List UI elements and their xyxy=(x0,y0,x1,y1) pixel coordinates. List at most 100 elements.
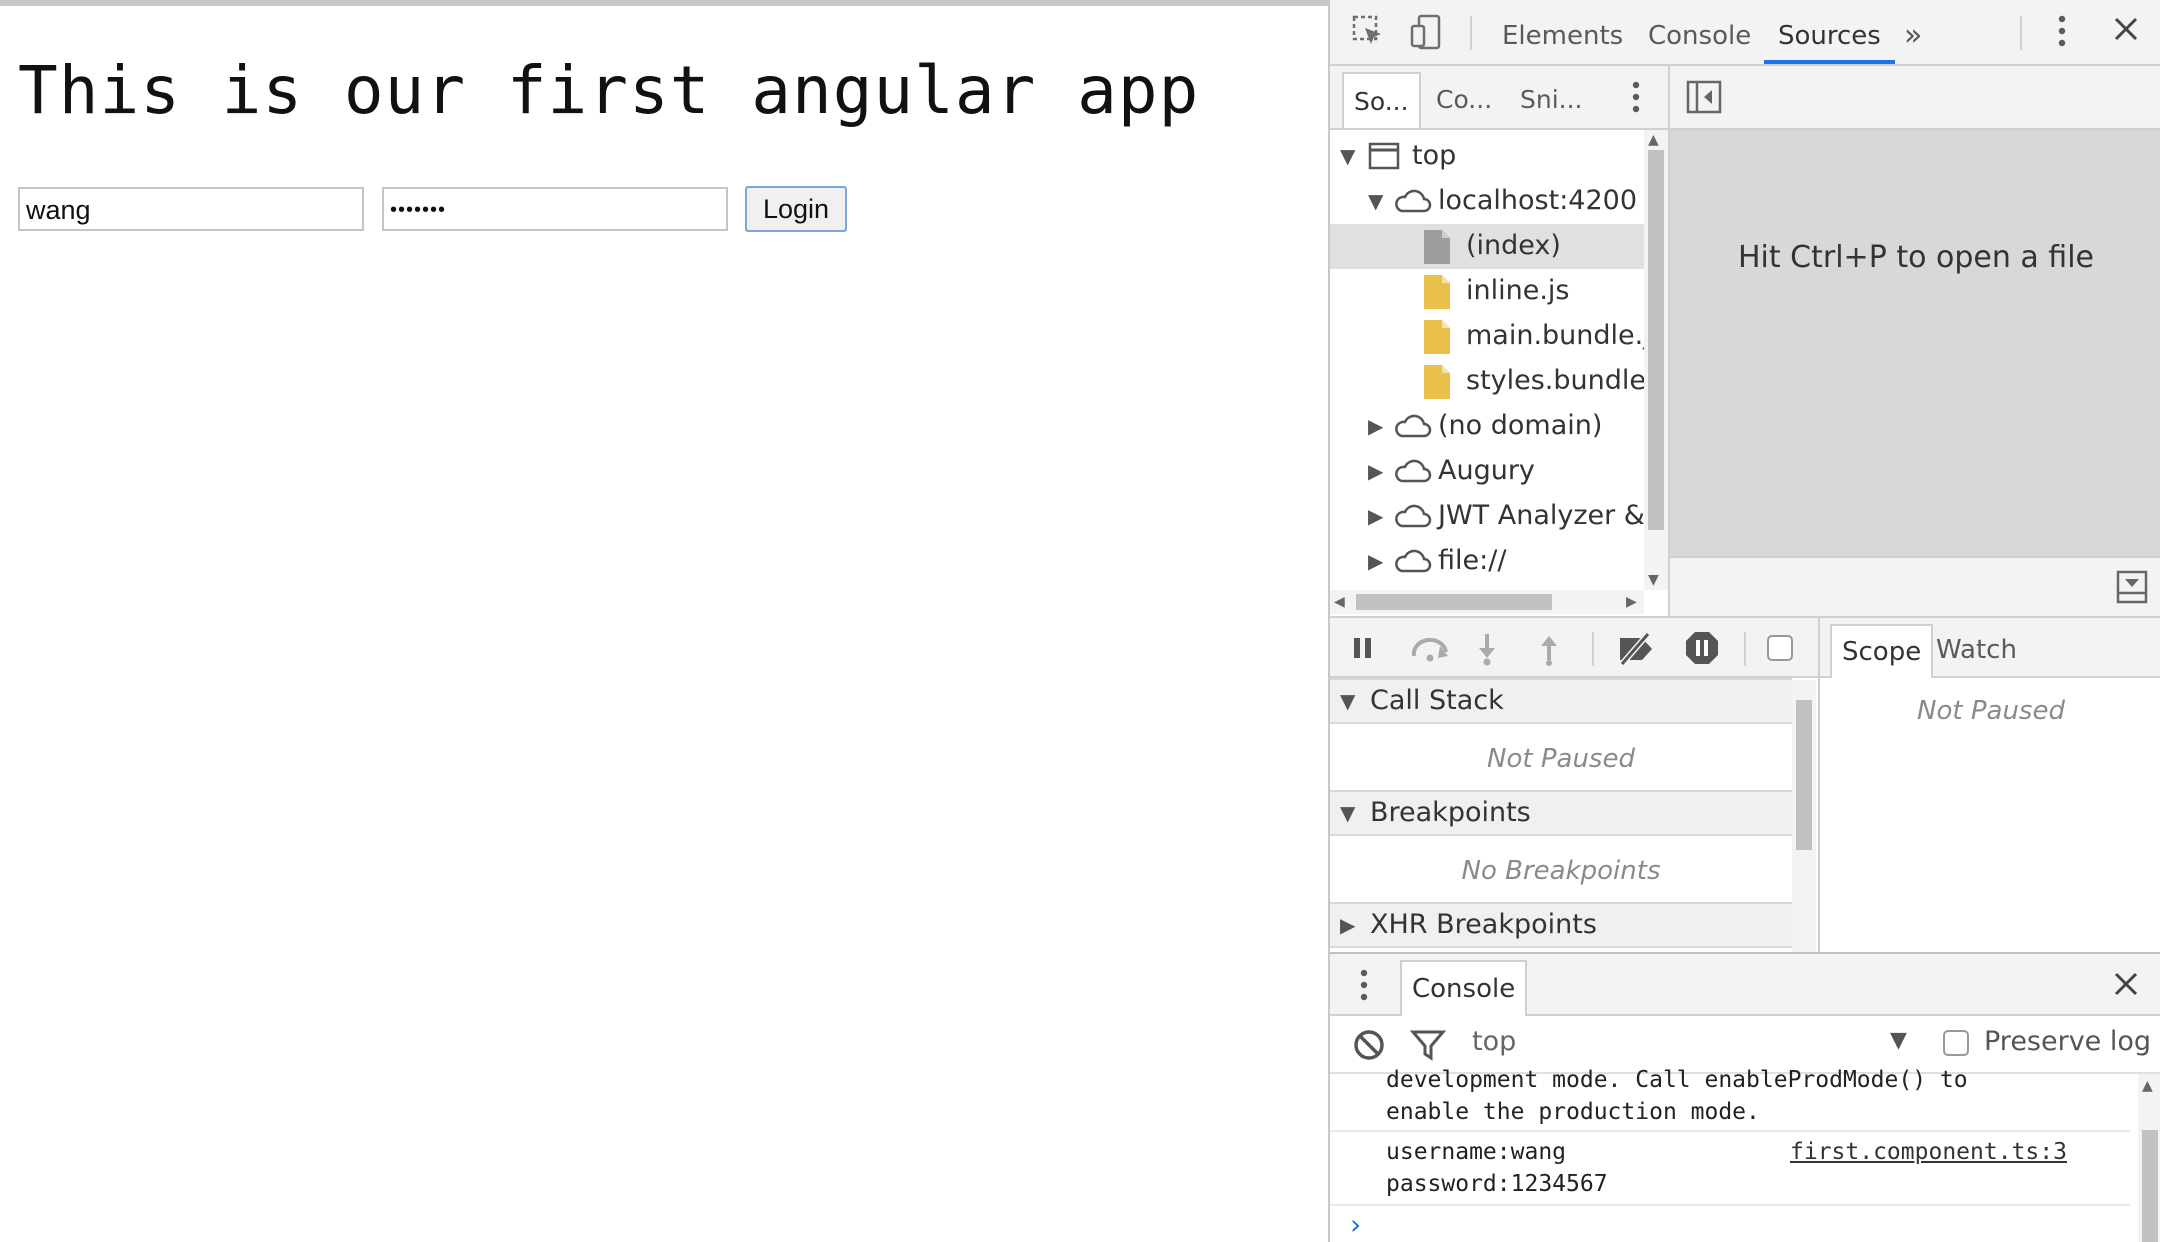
scroll-down-icon[interactable]: ▼ xyxy=(1648,572,1659,588)
browser-top-border xyxy=(0,0,1328,6)
collapsed-arrow-icon[interactable]: ▶ xyxy=(1368,459,1383,483)
console-messages: development mode. Call enableProdMode() … xyxy=(1330,1067,2130,1242)
pause-icon[interactable] xyxy=(1352,636,1374,664)
source-link[interactable]: first.component.ts:3 xyxy=(1790,1136,2067,1168)
step-over-icon[interactable] xyxy=(1410,634,1452,666)
kebab-menu-icon[interactable] xyxy=(2050,14,2074,54)
xhr-breakpoints-header[interactable]: ▶ XHR Breakpoints xyxy=(1330,902,1792,948)
tab-watch[interactable]: Watch xyxy=(1926,624,2027,678)
drawer-tab-console[interactable]: Console xyxy=(1400,960,1528,1016)
tab-console[interactable]: Console xyxy=(1648,0,1751,64)
expanded-arrow-icon: ▼ xyxy=(1340,689,1356,713)
step-out-icon[interactable] xyxy=(1538,632,1560,670)
scroll-up-icon[interactable]: ▲ xyxy=(1648,132,1659,148)
tree-label: Augury xyxy=(1438,455,1535,486)
console-prompt-icon[interactable]: › xyxy=(1350,1208,1361,1241)
drawer-menu-icon[interactable] xyxy=(1360,968,1368,1006)
document-icon xyxy=(1424,230,1450,271)
cloud-icon xyxy=(1392,502,1432,537)
collapsed-arrow-icon[interactable]: ▶ xyxy=(1368,504,1383,528)
call-stack-empty: Not Paused xyxy=(1487,744,1635,774)
expanded-arrow-icon[interactable]: ▼ xyxy=(1368,189,1383,213)
context-selector[interactable]: top xyxy=(1472,1026,1516,1057)
tab-sources-nav[interactable]: So... xyxy=(1342,72,1421,128)
open-file-hint: Hit Ctrl+P to open a file xyxy=(1737,240,2094,275)
tree-label: (no domain) xyxy=(1438,410,1603,441)
editor-empty-area: Hit Ctrl+P to open a file xyxy=(1670,130,2160,620)
tree-item-file[interactable]: inline.js xyxy=(1330,269,1644,314)
tree-label: localhost:4200 xyxy=(1438,185,1638,216)
tree-label: file:// xyxy=(1438,545,1507,576)
tree-item-origin[interactable]: ▼ localhost:4200 xyxy=(1330,179,1644,224)
tab-scope[interactable]: Scope xyxy=(1830,624,1934,678)
frame-icon xyxy=(1368,142,1400,177)
preserve-log-checkbox[interactable] xyxy=(1942,1029,1970,1061)
tree-item-file[interactable]: main.bundle.js xyxy=(1330,314,1644,359)
tab-elements[interactable]: Elements xyxy=(1502,0,1623,64)
step-into-icon[interactable] xyxy=(1476,632,1498,670)
cloud-icon xyxy=(1392,412,1432,447)
tab-content-scripts[interactable]: Co... xyxy=(1426,72,1502,128)
more-tabs-icon[interactable]: » xyxy=(1904,0,1922,64)
tree-item-top[interactable]: ▼ top xyxy=(1330,134,1644,179)
expanded-arrow-icon[interactable]: ▼ xyxy=(1340,144,1355,168)
username-input[interactable]: wang xyxy=(18,187,364,231)
collapsed-arrow-icon: ▶ xyxy=(1340,913,1356,937)
drawer-toolbar: Console xyxy=(1330,952,2160,1016)
device-toolbar-icon[interactable] xyxy=(1406,14,1446,54)
tree-hscroll-thumb[interactable] xyxy=(1356,594,1552,610)
cloud-icon xyxy=(1392,457,1432,492)
section-title: XHR Breakpoints xyxy=(1370,909,1597,940)
tree-item-domain[interactable]: ▶ (no domain) xyxy=(1330,404,1644,449)
dropdown-arrow-icon[interactable]: ▼ xyxy=(1890,1028,1907,1053)
deactivate-breakpoints-icon[interactable] xyxy=(1616,632,1658,670)
collapsed-arrow-icon[interactable]: ▶ xyxy=(1368,414,1383,438)
tree-label: styles.bundle.js xyxy=(1466,365,1644,396)
tree-scroll-thumb[interactable] xyxy=(1648,150,1664,530)
script-file-icon xyxy=(1424,365,1450,406)
message-divider xyxy=(1330,1130,2130,1132)
scroll-left-icon[interactable]: ◀ xyxy=(1334,594,1345,610)
tree-item-domain[interactable]: ▶ file:// xyxy=(1330,539,1644,584)
preserve-log-label: Preserve log xyxy=(1984,1026,2152,1057)
navigator-menu-icon[interactable] xyxy=(1628,80,1644,120)
toggle-debugger-icon[interactable] xyxy=(2116,570,2148,608)
filter-icon[interactable] xyxy=(1409,1028,1447,1066)
toolbar-separator xyxy=(1744,632,1746,666)
scope-pane: Scope Watch Not Paused xyxy=(1818,616,2160,952)
debugger-scroll-thumb[interactable] xyxy=(1796,700,1812,850)
async-checkbox[interactable] xyxy=(1766,634,1794,666)
scroll-up-icon[interactable]: ▲ xyxy=(2142,1078,2153,1094)
tab-snippets[interactable]: Sni... xyxy=(1510,72,1593,128)
close-icon[interactable] xyxy=(2106,14,2146,54)
tab-sources[interactable]: Sources xyxy=(1764,0,1895,64)
tree-item-domain[interactable]: ▶ JWT Analyzer & I xyxy=(1330,494,1644,539)
clear-console-icon[interactable] xyxy=(1352,1028,1386,1066)
console-message: username:wang password:1234567 xyxy=(1386,1136,1608,1200)
cloud-icon xyxy=(1392,547,1432,582)
call-stack-header[interactable]: ▼ Call Stack xyxy=(1330,678,1792,724)
expanded-arrow-icon: ▼ xyxy=(1340,801,1356,825)
close-drawer-icon[interactable] xyxy=(2112,970,2140,1002)
console-line: enable the production mode. xyxy=(1386,1099,1760,1125)
breakpoints-header[interactable]: ▼ Breakpoints xyxy=(1330,790,1792,836)
login-button[interactable]: Login xyxy=(745,186,847,232)
tree-item-file[interactable]: styles.bundle.js xyxy=(1330,359,1644,404)
toolbar-separator xyxy=(1470,16,1472,50)
scope-tabs: Scope Watch xyxy=(1820,616,2160,678)
page-title: This is our first angular app xyxy=(18,52,1200,129)
scroll-right-icon[interactable]: ▶ xyxy=(1626,594,1637,610)
file-tree: ▼ top ▼ localhost:4200 (index) inline.js… xyxy=(1330,130,1644,590)
tree-label: JWT Analyzer & I xyxy=(1438,500,1644,531)
console-scroll-thumb[interactable] xyxy=(2142,1130,2158,1242)
pause-on-exceptions-icon[interactable] xyxy=(1684,630,1720,670)
tree-item-domain[interactable]: ▶ Augury xyxy=(1330,449,1644,494)
password-input[interactable]: ••••••• xyxy=(382,187,728,231)
console-message: development mode. Call enableProdMode() … xyxy=(1386,1064,1968,1128)
tree-item-file[interactable]: (index) xyxy=(1330,224,1644,269)
tree-label: inline.js xyxy=(1466,275,1570,306)
inspect-element-icon[interactable] xyxy=(1348,14,1388,54)
console-line: development mode. Call enableProdMode() … xyxy=(1386,1067,1968,1093)
collapsed-arrow-icon[interactable]: ▶ xyxy=(1368,549,1383,573)
toggle-navigator-icon[interactable] xyxy=(1686,80,1722,118)
